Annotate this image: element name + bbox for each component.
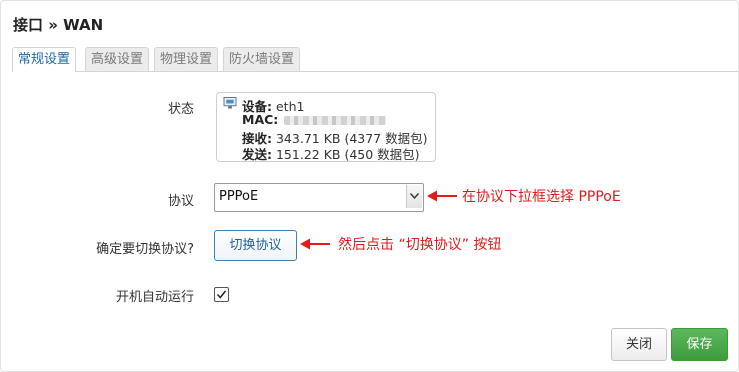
ethernet-port-icon: [223, 97, 237, 109]
tab-bar: 常规设置 高级设置 物理设置 防火墙设置: [12, 47, 738, 72]
tx-value: 151.22 KB (450 数据包): [275, 147, 420, 162]
tx-key: 发送:: [242, 147, 272, 162]
close-button[interactable]: 关闭: [611, 328, 667, 361]
autostart-checkbox[interactable]: [214, 287, 229, 302]
tab-physical[interactable]: 物理设置: [154, 47, 219, 71]
tab-general[interactable]: 常规设置: [12, 47, 77, 72]
dialog-title: 接口 » WAN: [13, 16, 104, 34]
interface-dialog: 接口 » WAN 常规设置 高级设置 物理设置 防火墙设置 状态 设备: eth…: [0, 0, 739, 372]
annotation-arrow-switch-icon: [300, 238, 330, 250]
status-tx-row: 发送: 151.22 KB (450 数据包): [242, 144, 420, 163]
switch-protocol-label: 确定要切换协议?: [96, 242, 194, 257]
annotation-protocol-hint: 在协议下拉框选择 PPPoE: [462, 189, 621, 205]
tab-advanced[interactable]: 高级设置: [85, 47, 150, 71]
status-mac-row: MAC:: [242, 112, 387, 127]
protocol-selected-value: PPPoE: [219, 189, 259, 204]
chevron-down-icon[interactable]: [406, 185, 422, 208]
autostart-label: 开机自动运行: [115, 290, 194, 305]
status-label: 状态: [167, 102, 194, 117]
annotation-switch-hint: 然后点击 “切换协议” 按钮: [338, 237, 502, 253]
tab-firewall[interactable]: 防火墙设置: [223, 47, 301, 71]
protocol-select[interactable]: PPPoE: [214, 183, 424, 212]
status-panel: 设备: eth1 MAC: 接收: 343.71 KB (4377 数据包) 发…: [216, 92, 436, 162]
save-button[interactable]: 保存: [671, 328, 728, 361]
mac-redacted: [284, 116, 387, 125]
mac-key: MAC:: [242, 112, 279, 127]
annotation-arrow-protocol-icon: [427, 190, 457, 202]
protocol-label: 协议: [167, 194, 194, 209]
checkmark-icon: [216, 290, 227, 299]
switch-protocol-button[interactable]: 切换协议: [214, 230, 297, 261]
